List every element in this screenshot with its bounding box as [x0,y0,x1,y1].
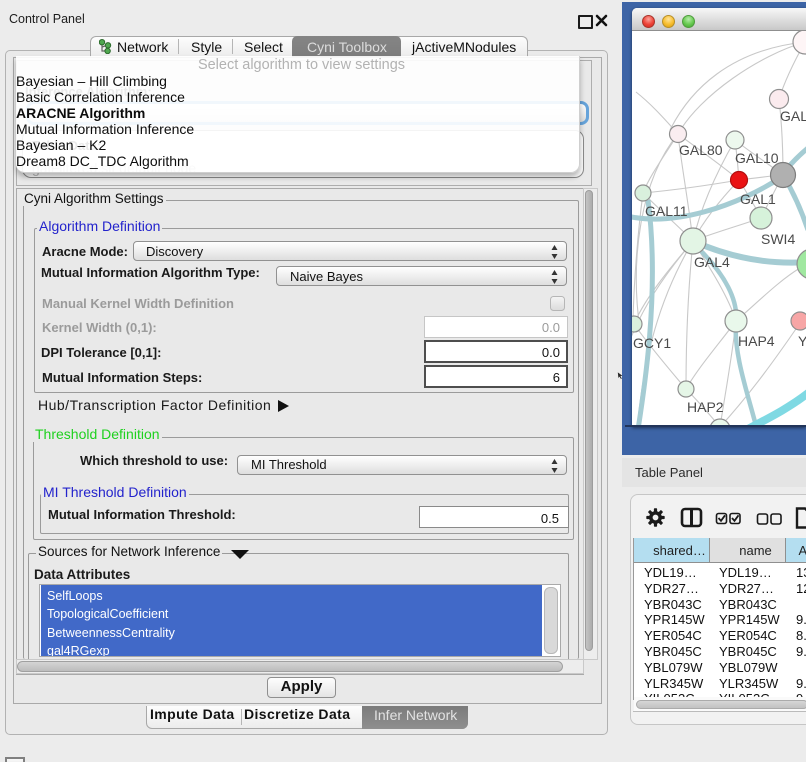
svg-text:HAP4: HAP4 [738,333,775,349]
svg-text:GCY1: GCY1 [633,335,671,351]
svg-text:GAL10: GAL10 [735,150,779,166]
svg-text:GAL1: GAL1 [740,191,776,207]
svg-text:YH: YH [798,333,806,349]
svg-text:HAP2: HAP2 [687,399,724,415]
svg-text:GAL7: GAL7 [780,108,806,124]
svg-text:GAL80: GAL80 [679,142,723,158]
svg-text:GAL4: GAL4 [694,254,730,270]
svg-text:SWI4: SWI4 [761,231,795,247]
svg-text:GAL11: GAL11 [645,203,688,219]
